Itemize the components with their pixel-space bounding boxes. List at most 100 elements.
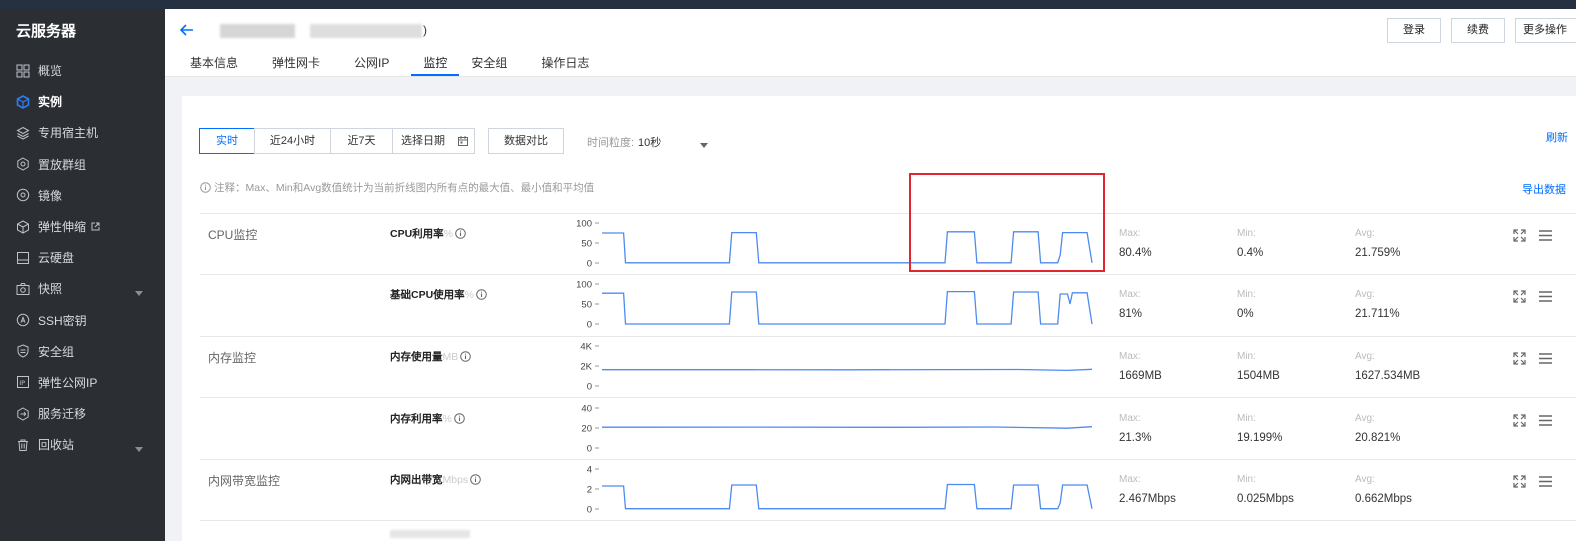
sidebar-item-7[interactable]: 快照 bbox=[0, 273, 165, 304]
sidebar-item-8[interactable]: SSH密钥 bbox=[0, 305, 165, 336]
sidebar-item-6[interactable]: 云硬盘 bbox=[0, 242, 165, 273]
metric-chart[interactable]: 4K 2K 0 bbox=[552, 338, 1112, 394]
instance-name-suffix: ) bbox=[423, 23, 427, 37]
info-icon[interactable] bbox=[476, 289, 487, 300]
expand-icon[interactable] bbox=[1513, 229, 1526, 242]
stat-min-value: 0.025Mbps bbox=[1237, 493, 1294, 505]
menu-icon[interactable] bbox=[1539, 415, 1552, 426]
last-7d-button[interactable]: 近7天 bbox=[330, 128, 393, 154]
refresh-link[interactable]: 刷新 bbox=[1546, 129, 1568, 145]
metric-label: CPU利用率% bbox=[390, 226, 466, 241]
y-tick-label: 50 bbox=[581, 300, 592, 311]
scale-icon bbox=[16, 219, 30, 234]
y-tick-label: 0 bbox=[587, 505, 592, 516]
date-picker[interactable]: 选择日期 bbox=[392, 128, 475, 154]
menu-icon[interactable] bbox=[1539, 353, 1552, 364]
expand-icon[interactable] bbox=[1513, 414, 1526, 427]
last-24h-button[interactable]: 近24小时 bbox=[254, 128, 331, 154]
chevron-down-icon[interactable] bbox=[135, 441, 143, 455]
granularity-select[interactable]: 10秒 bbox=[638, 134, 661, 150]
stat-max-value: 81% bbox=[1119, 308, 1143, 320]
shield-icon bbox=[16, 344, 30, 358]
sidebar-item-3[interactable]: 置放群组 bbox=[0, 149, 165, 180]
top-bar bbox=[0, 0, 1576, 9]
metric-label: 内存使用量 MB bbox=[390, 349, 472, 364]
group-label-mem: 内存监控 bbox=[208, 351, 257, 365]
export-data-link[interactable]: 导出数据 bbox=[1522, 181, 1566, 197]
sidebar-item-label: 弹性伸缩 bbox=[38, 220, 87, 235]
renew-button[interactable]: 续费 bbox=[1451, 18, 1505, 43]
tab-1[interactable]: 弹性网卡 bbox=[260, 54, 332, 76]
camera-icon bbox=[16, 282, 30, 296]
sidebar-item-label: 实例 bbox=[38, 95, 63, 110]
menu-icon[interactable] bbox=[1539, 230, 1552, 241]
sidebar-item-1[interactable]: 实例 bbox=[0, 86, 165, 117]
y-tick-label: 2 bbox=[587, 485, 592, 496]
group-label-net: 内网带宽监控 bbox=[208, 474, 281, 488]
disc-icon bbox=[16, 188, 30, 202]
migrate-icon bbox=[16, 407, 30, 421]
tab-0[interactable]: 基本信息 bbox=[178, 54, 250, 76]
tab-4[interactable]: 安全组 bbox=[459, 54, 519, 76]
expand-icon[interactable] bbox=[1513, 290, 1526, 303]
info-icon[interactable] bbox=[470, 474, 481, 485]
expand-icon[interactable] bbox=[1513, 352, 1526, 365]
menu-icon[interactable] bbox=[1539, 476, 1552, 487]
cube-icon bbox=[16, 94, 30, 109]
sidebar-item-5[interactable]: 弹性伸缩 bbox=[0, 211, 165, 242]
page-header: ) 基本信息 弹性网卡 公网IP 监控 安全组 操作日志 登录 续费 更多操作 bbox=[165, 9, 1576, 77]
sidebar-item-0[interactable]: 概览 bbox=[0, 55, 165, 86]
metric-unit: % bbox=[464, 288, 475, 301]
instance-id-redacted bbox=[220, 24, 295, 38]
metric-name: CPU利用率 bbox=[390, 228, 444, 240]
trash-icon bbox=[16, 438, 30, 452]
stat-min-value: 0% bbox=[1237, 308, 1254, 320]
tab-2[interactable]: 公网IP bbox=[342, 54, 401, 76]
sidebar-item-4[interactable]: 镜像 bbox=[0, 180, 165, 211]
sidebar-item-12[interactable]: 回收站 bbox=[0, 429, 165, 460]
info-icon[interactable] bbox=[460, 351, 472, 362]
sidebar-item-10[interactable]: IP 弹性公网IP bbox=[0, 367, 165, 398]
realtime-button[interactable]: 实时 bbox=[199, 128, 255, 154]
sidebar-item-2[interactable]: 专用宿主机 bbox=[0, 117, 165, 148]
stat-max-value: 1669MB bbox=[1119, 370, 1162, 382]
metric-chart[interactable]: 40 20 0 bbox=[552, 400, 1112, 456]
series-line bbox=[602, 290, 1093, 325]
compare-button[interactable]: 数据对比 bbox=[488, 128, 564, 154]
info-icon bbox=[200, 182, 211, 193]
back-arrow-icon[interactable] bbox=[179, 24, 194, 39]
sidebar-item-label: 服务迁移 bbox=[38, 407, 87, 422]
sidebar-item-9[interactable]: 安全组 bbox=[0, 336, 165, 367]
info-icon[interactable] bbox=[454, 413, 465, 424]
stat-max-label: Max: bbox=[1119, 289, 1141, 300]
chevron-down-icon[interactable] bbox=[700, 137, 708, 151]
stat-max-label: Max: bbox=[1119, 413, 1141, 424]
stat-max-value: 21.3% bbox=[1119, 432, 1152, 444]
metric-chart[interactable]: 100 50 0 bbox=[552, 276, 1112, 332]
granularity-label: 时间粒度: bbox=[587, 137, 635, 149]
stats-note: 注释：Max、Min和Avg数值统计为当前折线图内所有点的最大值、最小值和平均值 bbox=[200, 180, 594, 195]
tab-3[interactable]: 监控 bbox=[411, 54, 460, 76]
stat-max-label: Max: bbox=[1119, 474, 1141, 485]
stat-avg-value: 1627.534MB bbox=[1355, 370, 1421, 382]
calendar-icon bbox=[458, 136, 468, 146]
stat-max-value: 2.467Mbps bbox=[1119, 493, 1176, 505]
more-actions-button[interactable]: 更多操作 bbox=[1515, 18, 1576, 43]
chevron-down-icon[interactable] bbox=[135, 285, 143, 299]
expand-icon[interactable] bbox=[1513, 475, 1526, 488]
key-icon bbox=[16, 313, 30, 327]
info-icon[interactable] bbox=[455, 228, 466, 239]
menu-icon[interactable] bbox=[1539, 291, 1552, 302]
layers-icon bbox=[16, 126, 30, 140]
sidebar-item-11[interactable]: 服务迁移 bbox=[0, 398, 165, 429]
metric-unit: MB bbox=[442, 350, 459, 363]
y-tick-label: 100 bbox=[576, 219, 592, 230]
metric-chart[interactable]: 4 2 0 bbox=[552, 461, 1112, 517]
stat-avg-label: Avg: bbox=[1355, 228, 1375, 239]
external-link-icon bbox=[91, 222, 100, 231]
row-divider bbox=[200, 213, 1576, 214]
login-button[interactable]: 登录 bbox=[1387, 18, 1441, 43]
tab-5[interactable]: 操作日志 bbox=[529, 54, 601, 76]
y-tick-label: 40 bbox=[581, 404, 592, 415]
metric-unit: % bbox=[443, 227, 454, 240]
